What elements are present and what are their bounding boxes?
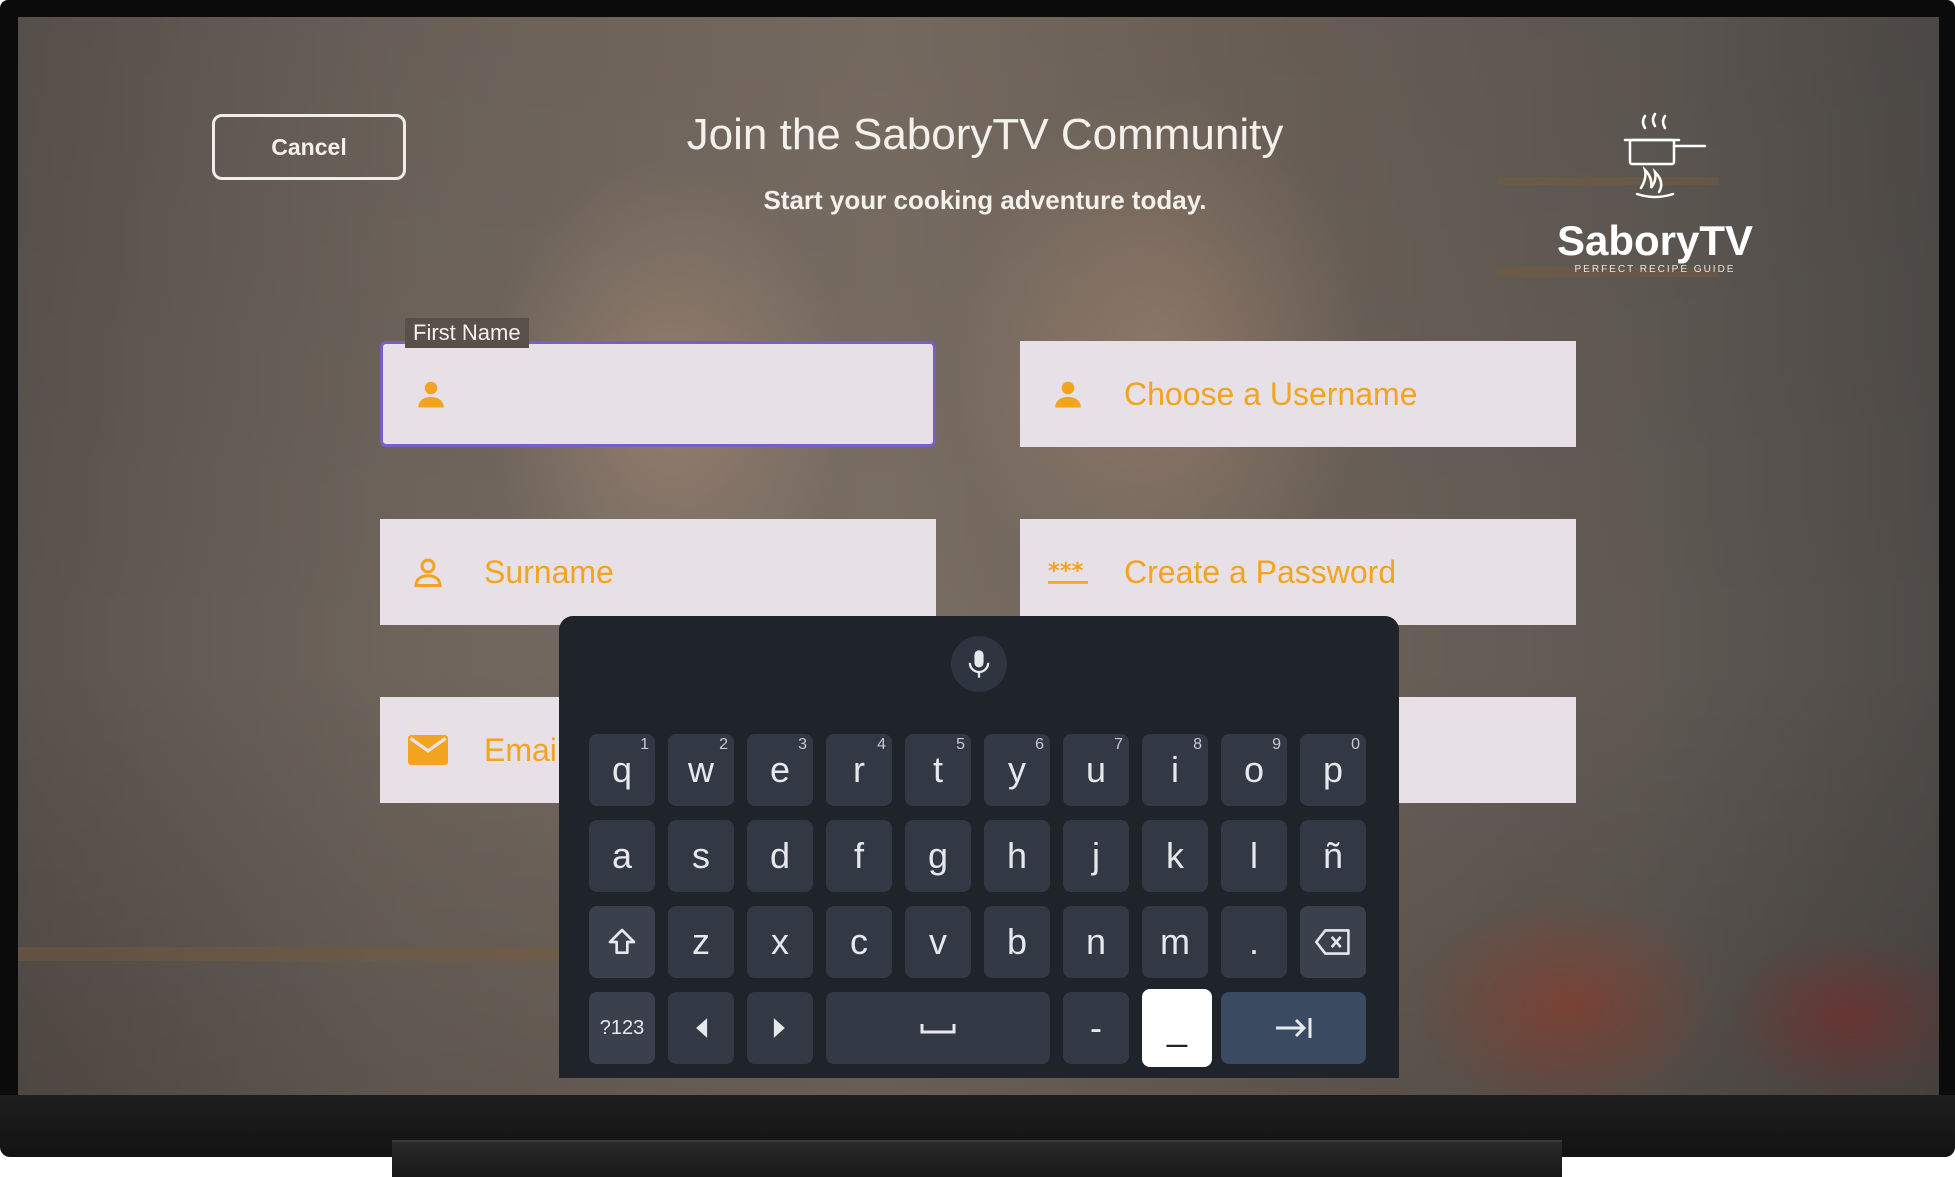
password-field[interactable]: *** Create a Password xyxy=(1020,519,1576,625)
tv-screen: Cancel Join the SaboryTV Community Start… xyxy=(18,17,1939,1095)
backspace-icon xyxy=(1315,929,1350,955)
key-underscore[interactable]: _ xyxy=(1142,989,1212,1067)
logo-wordmark: SaboryTV xyxy=(1556,217,1754,264)
cursor-right-key[interactable] xyxy=(747,992,813,1064)
mail-icon xyxy=(408,730,448,770)
key-m[interactable]: m xyxy=(1142,906,1208,978)
key-h[interactable]: h xyxy=(984,820,1050,892)
password-icon: *** xyxy=(1048,552,1088,592)
first-name-field[interactable]: First Name xyxy=(380,318,936,447)
person-outline-icon xyxy=(408,552,448,592)
username-placeholder: Choose a Username xyxy=(1124,375,1418,412)
key-q[interactable]: q1 xyxy=(589,734,655,806)
next-field-key[interactable] xyxy=(1221,992,1366,1064)
key-s[interactable]: s xyxy=(668,820,734,892)
key-g[interactable]: g xyxy=(905,820,971,892)
key-u[interactable]: u7 xyxy=(1063,734,1129,806)
password-placeholder: Create a Password xyxy=(1124,553,1397,590)
key-e[interactable]: e3 xyxy=(747,734,813,806)
tv-stand xyxy=(392,1140,1562,1177)
microphone-icon xyxy=(968,650,990,678)
email-placeholder: Emai xyxy=(484,731,557,768)
space-icon xyxy=(920,1024,956,1034)
surname-field[interactable]: Surname xyxy=(380,519,936,625)
key-z[interactable]: z xyxy=(668,906,734,978)
key-j[interactable]: j xyxy=(1063,820,1129,892)
key-l[interactable]: l xyxy=(1221,820,1287,892)
backspace-key[interactable] xyxy=(1300,906,1366,978)
person-icon xyxy=(411,374,451,414)
key-x[interactable]: x xyxy=(747,906,813,978)
cooking-pot-icon xyxy=(1623,112,1707,199)
key-c[interactable]: c xyxy=(826,906,892,978)
space-key[interactable] xyxy=(826,992,1050,1064)
key-t[interactable]: t5 xyxy=(905,734,971,806)
tab-next-icon xyxy=(1275,1018,1311,1038)
saborytv-logo: SaboryTV PERFECT RECIPE GUIDE xyxy=(1555,112,1755,282)
shift-key[interactable] xyxy=(589,906,655,978)
microphone-button[interactable] xyxy=(951,636,1007,692)
key-p[interactable]: p0 xyxy=(1300,734,1366,806)
username-field[interactable]: Choose a Username xyxy=(1020,341,1576,447)
surname-placeholder: Surname xyxy=(484,553,614,590)
key-f[interactable]: f xyxy=(826,820,892,892)
key-dash[interactable]: - xyxy=(1063,992,1129,1064)
key-d[interactable]: d xyxy=(747,820,813,892)
key-w[interactable]: w2 xyxy=(668,734,734,806)
background-counter xyxy=(18,947,578,961)
key-r[interactable]: r4 xyxy=(826,734,892,806)
key-k[interactable]: k xyxy=(1142,820,1208,892)
key-v[interactable]: v xyxy=(905,906,971,978)
logo-tagline: PERFECT RECIPE GUIDE xyxy=(1574,264,1736,275)
svg-text:***: *** xyxy=(1048,558,1084,584)
key-n-tilde[interactable]: ñ xyxy=(1300,820,1366,892)
key-o[interactable]: o9 xyxy=(1221,734,1287,806)
page-subtitle: Start your cooking adventure today. xyxy=(763,185,1207,215)
arrow-left-icon xyxy=(696,1018,708,1038)
cursor-left-key[interactable] xyxy=(668,992,734,1064)
first-name-label: First Name xyxy=(405,318,529,348)
on-screen-keyboard: q1 w2 e3 r4 t5 y6 u7 i8 o9 p0 a s d f g … xyxy=(559,616,1399,1078)
person-icon xyxy=(1048,374,1088,414)
key-y[interactable]: y6 xyxy=(984,734,1050,806)
key-a[interactable]: a xyxy=(589,820,655,892)
page-title: Join the SaboryTV Community xyxy=(686,110,1284,159)
cancel-button[interactable]: Cancel xyxy=(212,114,406,180)
key-period[interactable]: . xyxy=(1221,906,1287,978)
key-n[interactable]: n xyxy=(1063,906,1129,978)
key-i[interactable]: i8 xyxy=(1142,734,1208,806)
arrow-right-icon xyxy=(773,1018,785,1038)
shift-icon xyxy=(608,928,636,954)
key-b[interactable]: b xyxy=(984,906,1050,978)
symbols-key[interactable]: ?123 xyxy=(589,992,655,1064)
